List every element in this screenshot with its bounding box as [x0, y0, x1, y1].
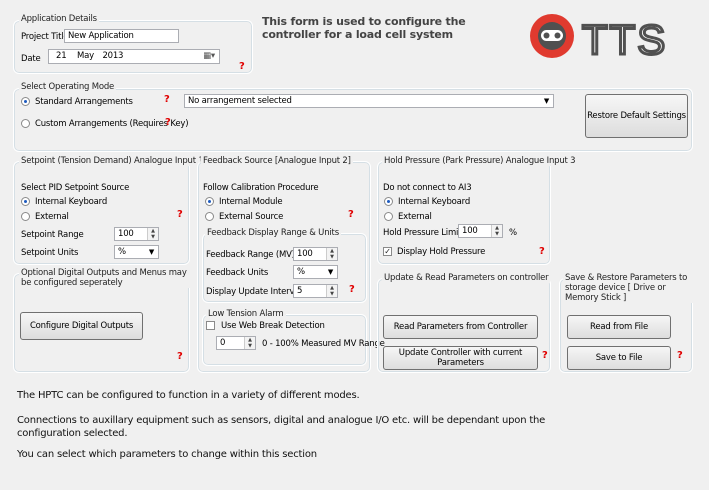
custom-radio[interactable]	[21, 119, 30, 128]
logo-text: TTS	[582, 16, 667, 63]
help-icon[interactable]: ?	[165, 117, 171, 128]
setpoint-units-select[interactable]: % ▼	[114, 245, 159, 259]
help-icon[interactable]: ?	[348, 209, 354, 220]
feedback-external-label: External Source	[219, 212, 284, 222]
project-title-label: Project Title	[21, 32, 69, 42]
tts-logo-mark: TTS	[530, 14, 667, 65]
setpoint-range-stepper[interactable]: 100 ▲ ▼	[114, 227, 159, 241]
feedback-range-label: Feedback Range (MV)	[206, 250, 295, 260]
setpoint-external-label: External	[35, 212, 69, 222]
help-icon[interactable]: ?	[539, 246, 545, 257]
hold-pressure-legend: Hold Pressure (Park Pressure) Analogue I…	[382, 156, 578, 166]
info-text-line-1: The HPTC can be configured to function i…	[17, 390, 360, 401]
setpoint-external-radio[interactable]	[21, 212, 30, 221]
feedback-range-value: 100	[297, 249, 313, 259]
info-text-line-2: Connections to auxillary equipment such …	[17, 415, 546, 426]
chevron-down-icon: ▼	[543, 97, 549, 105]
date-label: Date	[21, 54, 41, 64]
display-hold-label: Display Hold Pressure	[397, 247, 486, 257]
hold-limit-stepper[interactable]: 100 ▲ ▼	[458, 224, 503, 238]
alarm-range-label: 0 - 100% Measured MV Range	[262, 339, 385, 349]
update-interval-value: 5	[297, 286, 303, 296]
storage-legend: Save & Restore Parameters to storage dev…	[563, 273, 693, 303]
read-from-file-button[interactable]: Read from File	[567, 315, 671, 339]
low-tension-alarm-legend: Low Tension Alarm	[206, 309, 286, 319]
feedback-units-label: Feedback Units	[206, 268, 269, 278]
digital-outputs-legend: Optional Digital Outputs and Menus may b…	[19, 268, 194, 288]
date-day: 21	[56, 51, 67, 61]
update-controller-button[interactable]: Update Controller with current Parameter…	[383, 346, 538, 370]
chevron-down-icon: ▼	[327, 268, 333, 276]
alarm-level-value: 0	[220, 338, 226, 348]
hold-limit-unit: %	[509, 228, 517, 238]
spin-arrows-icon[interactable]: ▲ ▼	[244, 337, 255, 349]
spin-arrows-icon[interactable]: ▲ ▼	[147, 228, 158, 240]
update-interval-stepper[interactable]: 5 ▲ ▼	[293, 284, 338, 298]
alarm-level-stepper[interactable]: 0 ▲ ▼	[216, 336, 256, 350]
setpoint-range-value: 100	[118, 229, 134, 239]
hold-internal-label: Internal Keyboard	[398, 197, 471, 207]
feedback-range-stepper[interactable]: 100 ▲ ▼	[293, 247, 338, 261]
feedback-display-legend: Feedback Display Range & Units	[205, 228, 341, 238]
form-description: This form is used to configure the contr…	[262, 15, 466, 41]
tts-logo: TTS	[524, 10, 700, 65]
calibration-label: Follow Calibration Procedure	[203, 183, 319, 193]
feedback-internal-radio[interactable]	[205, 197, 214, 206]
app-details-legend: Application Details	[19, 14, 99, 24]
info-text-line-4: You can select which parameters to chang…	[17, 449, 317, 460]
date-month: May	[76, 51, 94, 61]
restore-defaults-button[interactable]: Restore Default Settings	[585, 94, 688, 138]
standard-radio[interactable]	[21, 97, 30, 106]
help-icon[interactable]: ?	[164, 94, 170, 105]
save-to-file-button[interactable]: Save to File	[567, 346, 671, 370]
chevron-down-icon: ▼	[148, 248, 154, 256]
update-interval-label: Display Update Interval	[206, 287, 302, 297]
standard-label: Standard Arrangements	[35, 97, 133, 107]
setpoint-range-label: Setpoint Range	[21, 230, 84, 240]
setpoint-units-value: %	[118, 247, 126, 257]
hold-internal-radio[interactable]	[384, 197, 393, 206]
spin-arrows-icon[interactable]: ▲ ▼	[326, 248, 337, 260]
feedback-units-value: %	[297, 267, 305, 277]
display-hold-checkbox[interactable]: ✓	[383, 247, 392, 256]
update-read-legend: Update & Read Parameters on controller	[382, 273, 551, 283]
feedback-external-radio[interactable]	[205, 212, 214, 221]
info-text-line-3: configuration selected.	[17, 428, 128, 439]
feedback-units-select[interactable]: % ▼	[293, 265, 338, 279]
setpoint-internal-label: Internal Keyboard	[35, 197, 108, 207]
date-picker[interactable]: 21 May 2013 ▦▾	[48, 49, 220, 64]
help-icon[interactable]: ?	[177, 209, 183, 220]
hold-external-radio[interactable]	[384, 212, 393, 221]
calendar-icon[interactable]: ▦▾	[203, 51, 215, 61]
setpoint-units-label: Setpoint Units	[21, 248, 79, 258]
read-parameters-button[interactable]: Read Parameters from Controller	[383, 315, 538, 339]
feedback-legend: Feedback Source [Analogue Input 2]	[201, 156, 353, 166]
hold-external-label: External	[398, 212, 432, 222]
setpoint-legend: Setpoint (Tension Demand) Analogue Input…	[19, 156, 206, 166]
help-icon[interactable]: ?	[177, 351, 183, 362]
project-title-input[interactable]: New Application	[64, 29, 179, 43]
web-break-checkbox[interactable]	[206, 321, 215, 330]
help-icon[interactable]: ?	[677, 350, 683, 361]
feedback-internal-label: Internal Module	[219, 197, 283, 207]
date-year: 2013	[102, 51, 124, 61]
hold-note: Do not connect to AI3	[383, 183, 472, 193]
help-icon[interactable]: ?	[542, 350, 548, 361]
spin-arrows-icon[interactable]: ▲ ▼	[326, 285, 337, 297]
web-break-label: Use Web Break Detection	[221, 321, 325, 331]
spin-arrows-icon[interactable]: ▲ ▼	[491, 225, 502, 237]
configure-digital-outputs-button[interactable]: Configure Digital Outputs	[20, 312, 143, 340]
arrangement-value: No arrangement selected	[188, 96, 292, 106]
setpoint-source-label: Select PID Setpoint Source	[21, 183, 130, 193]
arrangement-select[interactable]: No arrangement selected ▼	[184, 94, 554, 108]
setpoint-internal-radio[interactable]	[21, 197, 30, 206]
operating-mode-legend: Select Operating Mode	[19, 82, 117, 92]
help-icon[interactable]: ?	[239, 61, 245, 72]
help-icon[interactable]: ?	[349, 284, 355, 295]
hold-limit-value: 100	[462, 226, 478, 236]
hold-limit-label: Hold Pressure Limit	[383, 228, 462, 238]
